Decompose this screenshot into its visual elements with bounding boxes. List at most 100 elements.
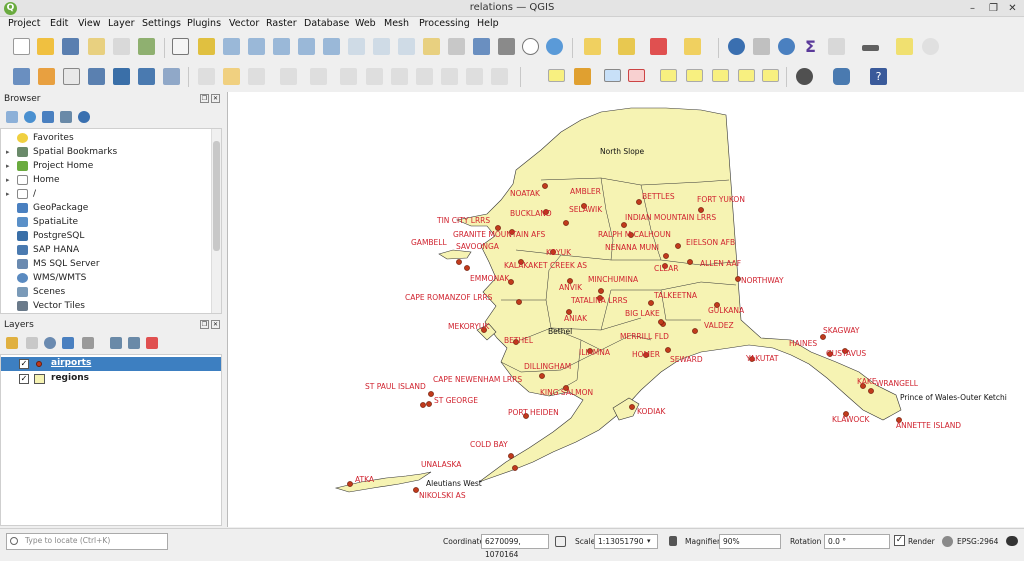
collapse-all-layers-icon[interactable] <box>128 337 140 349</box>
browser-item-spatialite[interactable]: SpatiaLite <box>1 215 211 229</box>
pan-map-icon[interactable] <box>172 38 189 55</box>
new-bookmark-icon[interactable] <box>473 38 490 55</box>
add-delimited-text-icon[interactable] <box>63 68 80 85</box>
delete-selected-icon[interactable] <box>366 68 383 85</box>
magnifier-field[interactable]: 90% <box>719 534 781 549</box>
refresh-browser-icon[interactable] <box>24 111 36 123</box>
zoom-to-layer-icon[interactable] <box>323 38 340 55</box>
messages-icon[interactable] <box>1006 536 1018 546</box>
add-postgis-icon[interactable] <box>113 68 130 85</box>
cut-features-icon[interactable] <box>391 68 408 85</box>
layer-row-airports[interactable]: ✓ airports <box>1 357 221 371</box>
add-selected-layers-icon[interactable] <box>6 111 18 123</box>
add-group-icon[interactable] <box>26 337 38 349</box>
layer-diagram-icon[interactable] <box>604 69 621 82</box>
browser-item-project-home[interactable]: ▸ Project Home <box>1 159 211 173</box>
filter-legend-icon[interactable] <box>62 337 74 349</box>
scrollbar-thumb[interactable] <box>213 141 220 251</box>
render-checkbox[interactable]: ✓ <box>894 535 905 546</box>
locator-search-input[interactable]: Type to locate (Ctrl+K) <box>6 533 168 550</box>
zoom-native-icon[interactable] <box>348 38 365 55</box>
highlight-pinned-labels-icon[interactable] <box>628 69 645 82</box>
add-vector-layer-icon[interactable] <box>13 68 30 85</box>
processing-toolbox-icon[interactable] <box>778 38 795 55</box>
menu-raster[interactable]: Raster <box>266 18 297 29</box>
extents-toggle-icon[interactable] <box>555 536 566 547</box>
paste-features-icon[interactable] <box>441 68 458 85</box>
refresh-icon[interactable] <box>546 38 563 55</box>
properties-icon[interactable] <box>78 111 90 123</box>
lock-icon[interactable] <box>669 536 677 546</box>
pan-to-selection-icon[interactable] <box>198 38 215 55</box>
select-by-value-icon[interactable] <box>618 38 635 55</box>
filter-expression-icon[interactable] <box>82 337 94 349</box>
settings-gear-icon[interactable] <box>922 38 939 55</box>
map-tips-icon[interactable] <box>896 38 913 55</box>
map-svg[interactable]: NOATAK AMBLER BETTLES FORT YUKON BUCKLAND SEL… <box>228 92 1024 527</box>
map-canvas[interactable]: NOATAK AMBLER BETTLES FORT YUKON BUCKLAND SEL… <box>227 92 1024 527</box>
layer-checkbox[interactable]: ✓ <box>19 359 29 369</box>
layout-manager-icon[interactable] <box>113 38 130 55</box>
add-feature-icon[interactable] <box>280 68 297 85</box>
zoom-out-icon[interactable] <box>248 38 265 55</box>
style-layer-icon[interactable] <box>6 337 18 349</box>
vertex-tool-icon[interactable] <box>310 68 327 85</box>
zoom-next-icon[interactable] <box>398 38 415 55</box>
menu-database[interactable]: Database <box>304 18 349 29</box>
manage-visibility-icon[interactable] <box>44 337 56 349</box>
zoom-in-icon[interactable] <box>223 38 240 55</box>
browser-item-scenes[interactable]: Scenes <box>1 285 211 299</box>
menu-web[interactable]: Web <box>355 18 376 29</box>
deselect-features-icon[interactable] <box>650 38 667 55</box>
browser-item-postgresql[interactable]: PostgreSQL <box>1 229 211 243</box>
float-panel-icon[interactable]: ❐ <box>200 320 209 329</box>
undo-icon[interactable] <box>466 68 483 85</box>
zoom-last-icon[interactable] <box>373 38 390 55</box>
toggle-editing-icon[interactable] <box>223 68 240 85</box>
help-contents-icon[interactable]: ? <box>870 68 887 85</box>
menu-edit[interactable]: Edit <box>50 18 68 29</box>
coordinate-field[interactable]: 6270099, 1070164 <box>481 534 549 559</box>
zoom-full-icon[interactable] <box>273 38 290 55</box>
open-project-icon[interactable] <box>37 38 54 55</box>
add-wms-icon[interactable] <box>138 68 155 85</box>
browser-item-sap-hana[interactable]: SAP HANA <box>1 243 211 257</box>
show-bookmarks-icon[interactable] <box>498 38 515 55</box>
browser-item-home[interactable]: ▸ Home <box>1 173 211 187</box>
browser-item-vector-tiles[interactable]: Vector Tiles <box>1 299 211 313</box>
browser-item-mssql[interactable]: MS SQL Server <box>1 257 211 271</box>
style-manager-icon[interactable] <box>138 38 155 55</box>
select-features-icon[interactable] <box>584 38 601 55</box>
temporal-controller-icon[interactable] <box>522 38 539 55</box>
add-spatialite-icon[interactable] <box>88 68 105 85</box>
close-icon[interactable]: ✕ <box>1006 2 1019 15</box>
menu-plugins[interactable]: Plugins <box>187 18 221 29</box>
menu-layer[interactable]: Layer <box>108 18 135 29</box>
float-panel-icon[interactable]: ❐ <box>200 94 209 103</box>
redo-icon[interactable] <box>491 68 508 85</box>
filter-browser-icon[interactable] <box>42 111 54 123</box>
expand-all-icon[interactable] <box>110 337 122 349</box>
open-attribute-table-icon[interactable] <box>753 38 770 55</box>
browser-item-geopackage[interactable]: GeoPackage <box>1 201 211 215</box>
identify-features-icon[interactable] <box>728 38 745 55</box>
select-by-location-icon[interactable] <box>684 38 701 55</box>
menu-help[interactable]: Help <box>477 18 499 29</box>
menu-project[interactable]: Project <box>8 18 41 29</box>
browser-item-favorites[interactable]: Favorites <box>1 131 211 145</box>
add-raster-layer-icon[interactable] <box>38 68 55 85</box>
label-toolbar-icon[interactable] <box>548 69 565 82</box>
minimize-icon[interactable]: – <box>966 2 979 15</box>
scale-dropdown-icon[interactable]: ▾ <box>647 537 651 545</box>
browser-item-root[interactable]: ▸ / <box>1 187 211 201</box>
python-console-icon[interactable] <box>833 68 850 85</box>
open-field-calculator-icon[interactable] <box>828 38 845 55</box>
move-label-icon[interactable] <box>712 69 729 82</box>
layer-checkbox[interactable]: ✓ <box>19 374 29 384</box>
collapse-all-icon[interactable] <box>60 111 72 123</box>
menu-vector[interactable]: Vector <box>229 18 259 29</box>
remove-layer-icon[interactable] <box>146 337 158 349</box>
save-project-icon[interactable] <box>62 38 79 55</box>
browser-item-wms[interactable]: WMS/WMTS <box>1 271 211 285</box>
new-project-icon[interactable] <box>13 38 30 55</box>
